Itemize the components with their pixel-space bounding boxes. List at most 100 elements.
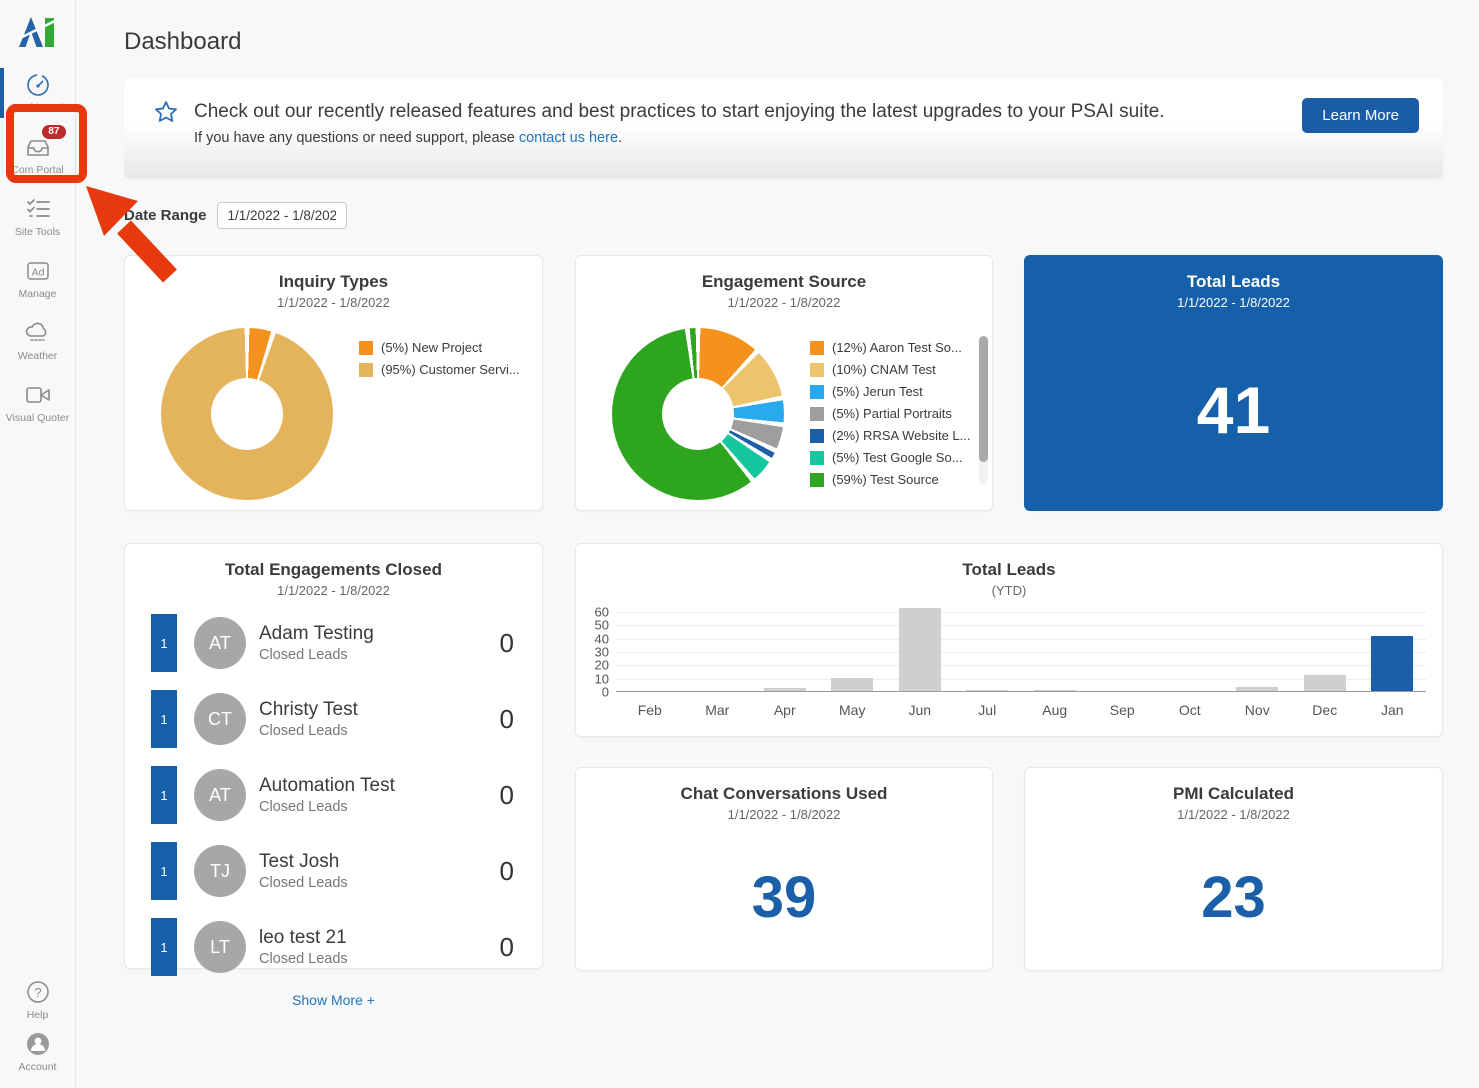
pmi-value: 23 [1025, 864, 1442, 931]
bar-jun[interactable] [899, 608, 941, 691]
legend-item[interactable]: (5%) Test Google So... [810, 450, 970, 465]
legend-item[interactable]: (5%) Partial Portraits [810, 406, 970, 421]
show-more-link[interactable]: Show More + [125, 992, 542, 1008]
bar-slot [1224, 604, 1292, 691]
sidebar-item-account[interactable]: Account [0, 1026, 75, 1078]
total-leads-ytd-card: Total Leads (YTD) 6050403020100 FebMarAp… [575, 543, 1443, 737]
legend-swatch [810, 363, 824, 377]
x-axis-label: Oct [1156, 702, 1224, 718]
engagements-title: Total Engagements Closed [125, 560, 542, 580]
bar-slot [1089, 604, 1157, 691]
y-axis-tick: 0 [602, 685, 609, 700]
x-axis-label: May [819, 702, 887, 718]
engagement-row[interactable]: 1LTleo test 21Closed Leads0 [151, 916, 520, 978]
sidebar-item-label: Com Portal [11, 164, 64, 176]
date-range-filter: Date Range [124, 202, 347, 229]
bar-slot [819, 604, 887, 691]
sidebar-item-help[interactable]: ?Help [0, 974, 75, 1026]
engagement-row[interactable]: 1TJTest JoshClosed Leads0 [151, 840, 520, 902]
pmi-title: PMI Calculated [1025, 784, 1442, 804]
bar-may[interactable] [831, 678, 873, 691]
help-icon: ? [24, 979, 52, 1005]
legend-label: (5%) New Project [381, 340, 482, 355]
legend-swatch [810, 473, 824, 487]
sidebar-item-weather[interactable]: Weather [0, 310, 75, 372]
legend-label: (5%) Partial Portraits [832, 406, 952, 421]
bar-jul[interactable] [966, 690, 1008, 691]
legend-label: (12%) Aaron Test So... [832, 340, 962, 355]
banner-text: Check out our recently released features… [194, 100, 1302, 146]
banner-support-suffix: . [618, 130, 622, 146]
engagement-row[interactable]: 1ATAutomation TestClosed Leads0 [151, 764, 520, 826]
chat-subtitle: 1/1/2022 - 1/8/2022 [576, 807, 992, 822]
engagement-count: 0 [500, 856, 514, 887]
app-logo-icon[interactable] [16, 12, 60, 52]
x-axis-label: Dec [1291, 702, 1359, 718]
bar-slot [954, 604, 1022, 691]
engagement-row[interactable]: 1ATAdam TestingClosed Leads0 [151, 612, 520, 674]
engagement-source-subtitle: 1/1/2022 - 1/8/2022 [576, 295, 992, 310]
pmi-subtitle: 1/1/2022 - 1/8/2022 [1025, 807, 1442, 822]
ad-icon: Ad [24, 258, 52, 284]
avatar: LT [194, 921, 246, 973]
sidebar-item-label: Visual Quoter [6, 412, 69, 424]
sidebar-item-label: Site Tools [15, 226, 60, 238]
x-axis-label: Jun [886, 702, 954, 718]
legend-item[interactable]: (2%) RRSA Website L... [810, 428, 970, 443]
legend-swatch [810, 407, 824, 421]
engagement-sublabel: Closed Leads [259, 799, 500, 815]
engagement-sublabel: Closed Leads [259, 875, 500, 891]
engagement-count: 0 [500, 704, 514, 735]
rank-badge: 1 [151, 690, 177, 748]
bar-aug[interactable] [1034, 690, 1076, 691]
sidebar-item-visual-quoter[interactable]: Visual Quoter [0, 372, 75, 434]
sidebar-item-manage[interactable]: AdManage [0, 248, 75, 310]
inquiry-types-donut-chart[interactable] [161, 328, 333, 500]
account-icon [24, 1031, 52, 1057]
engagement-count: 0 [500, 932, 514, 963]
legend-item[interactable]: (5%) New Project [359, 340, 520, 355]
legend-item[interactable]: (12%) Aaron Test So... [810, 340, 970, 355]
ytd-bar-chart[interactable]: 6050403020100 [616, 604, 1426, 692]
cloud-icon [24, 320, 52, 346]
bar-apr[interactable] [764, 688, 806, 691]
legend-item[interactable]: (10%) CNAM Test [810, 362, 970, 377]
bar-jan[interactable] [1371, 636, 1413, 691]
legend-swatch [810, 429, 824, 443]
bar-slot [886, 604, 954, 691]
bar-nov[interactable] [1236, 687, 1278, 691]
inquiry-types-legend: (5%) New Project (95%) Customer Servi... [359, 340, 536, 384]
date-range-input[interactable] [217, 202, 347, 229]
engagement-source-donut-chart[interactable] [612, 328, 784, 500]
learn-more-button[interactable]: Learn More [1302, 98, 1419, 133]
inquiry-types-subtitle: 1/1/2022 - 1/8/2022 [125, 295, 542, 310]
engagement-row[interactable]: 1CTChristy TestClosed Leads0 [151, 688, 520, 750]
engagement-info: Test JoshClosed Leads [259, 851, 500, 891]
banner-support-prefix: If you have any questions or need suppor… [194, 130, 519, 146]
bar-dec[interactable] [1304, 675, 1346, 691]
page-title: Dashboard [124, 28, 241, 56]
x-axis-label: Mar [684, 702, 752, 718]
sidebar-item-com-portal[interactable]: 87Com Portal [0, 124, 75, 186]
legend-scrollbar[interactable] [979, 336, 988, 484]
legend-item[interactable]: (59%) Test Source [810, 472, 970, 487]
legend-item[interactable]: (95%) Customer Servi... [359, 362, 520, 377]
total-leads-title: Total Leads [1025, 272, 1442, 292]
avatar: TJ [194, 845, 246, 897]
engagement-name: Adam Testing [259, 623, 500, 645]
legend-label: (5%) Test Google So... [832, 450, 963, 465]
total-leads-value: 41 [1025, 372, 1442, 448]
gauge-icon [24, 72, 52, 98]
avatar: CT [194, 693, 246, 745]
sidebar-footer: ?HelpAccount [0, 974, 75, 1078]
bar-slot [684, 604, 752, 691]
legend-item[interactable]: (5%) Jerun Test [810, 384, 970, 399]
sidebar-item-site-tools[interactable]: Site Tools [0, 186, 75, 248]
legend-label: (95%) Customer Servi... [381, 362, 520, 377]
sidebar-item-dashboard[interactable]: Dashboard [0, 62, 75, 124]
engagement-sublabel: Closed Leads [259, 723, 500, 739]
bar-slot [1021, 604, 1089, 691]
engagement-name: Automation Test [259, 775, 500, 797]
total-engagements-closed-card: Total Engagements Closed 1/1/2022 - 1/8/… [124, 543, 543, 969]
contact-us-link[interactable]: contact us here [519, 130, 618, 146]
